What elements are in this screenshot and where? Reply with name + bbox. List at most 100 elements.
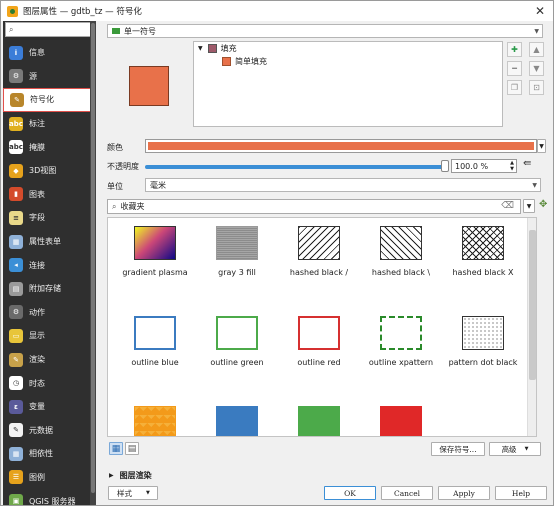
- symbol-item[interactable]: [196, 406, 278, 436]
- sidebar-item[interactable]: ▣ QGIS 服务器: [3, 489, 96, 505]
- action-gear-icon: ⚙: [9, 305, 23, 320]
- gallery-scroll-thumb[interactable]: [529, 230, 536, 380]
- icon-view-button[interactable]: ▦: [109, 442, 123, 455]
- spin-arrows-icon[interactable]: ▲ ▼: [510, 160, 514, 172]
- save-symbol-button[interactable]: 保存符号...: [431, 442, 485, 456]
- move-down-button[interactable]: ▼: [529, 61, 544, 76]
- symbol-item[interactable]: [360, 406, 442, 436]
- symbol-item[interactable]: outline blue: [114, 316, 196, 367]
- symbol-item[interactable]: outline green: [196, 316, 278, 367]
- opacity-spinbox[interactable]: 100.0 % ▲ ▼: [451, 159, 517, 173]
- layer-rendering-section[interactable]: ▶ 图层渲染: [109, 470, 152, 481]
- symbol-item[interactable]: gray 3 fill: [196, 226, 278, 277]
- style-menu-button[interactable]: 样式 ▼: [108, 486, 158, 500]
- symbol-item[interactable]: gradient plasma: [114, 226, 196, 277]
- style-manager-icon[interactable]: ✥: [539, 199, 547, 210]
- symbol-item[interactable]: outline red: [278, 316, 360, 367]
- advanced-button[interactable]: 高级 ▼: [489, 442, 541, 456]
- ok-button[interactable]: OK: [324, 486, 376, 500]
- help-button[interactable]: Help: [495, 486, 547, 500]
- collapse-triangle-icon[interactable]: ▼: [198, 45, 203, 52]
- sidebar-item[interactable]: ✎ 元数据: [3, 419, 96, 443]
- symbol-item[interactable]: pattern dot black: [442, 316, 524, 367]
- symbol-name: hashed black X: [452, 268, 514, 277]
- sidebar-item[interactable]: ▦ 属性表单: [3, 230, 96, 254]
- sidebar-item[interactable]: ✎ 渲染: [3, 348, 96, 372]
- tree-row-simple-fill[interactable]: 简单填充: [194, 55, 502, 68]
- search-icon: ⌕: [112, 201, 117, 211]
- symbol-swatch: [462, 226, 504, 260]
- close-icon[interactable]: ✕: [535, 4, 545, 18]
- unit-select[interactable]: 毫米 ▼: [145, 178, 541, 192]
- symbol-item[interactable]: [278, 406, 360, 436]
- symbol-swatch: [134, 316, 176, 350]
- style-label: 样式: [117, 488, 132, 498]
- cancel-button[interactable]: Cancel: [381, 486, 433, 500]
- symbol-name: outline blue: [131, 358, 179, 367]
- symbol-swatch: [216, 406, 258, 436]
- symbol-layer-tree[interactable]: ▼ 填充 简单填充: [193, 41, 503, 127]
- join-icon: ◂: [9, 258, 23, 273]
- sidebar-item[interactable]: ▦ 相依性: [3, 442, 96, 466]
- sidebar-item[interactable]: ▮ 图表: [3, 183, 96, 207]
- sidebar-item[interactable]: i 信息: [3, 41, 96, 65]
- sidebar-scroll-thumb[interactable]: [91, 23, 95, 493]
- advanced-label: 高级: [501, 444, 517, 454]
- sidebar-item-label: 变量: [29, 402, 45, 412]
- label-abc-icon: abc: [9, 116, 23, 131]
- sidebar-item[interactable]: abc 掩膜: [3, 135, 96, 159]
- opacity-slider[interactable]: [145, 165, 445, 169]
- data-defined-override-icon[interactable]: ⇚: [523, 158, 531, 169]
- sidebar-item[interactable]: ⚙ 源: [3, 65, 96, 89]
- sidebar-item[interactable]: ◂ 连接: [3, 253, 96, 277]
- symbol-swatch: [298, 316, 340, 350]
- gallery-scrollbar[interactable]: [527, 218, 536, 436]
- sidebar-item-label: QGIS 服务器: [29, 496, 76, 505]
- library-filter-dropdown[interactable]: ▼: [523, 199, 535, 213]
- clear-search-icon[interactable]: ⌫: [501, 201, 514, 211]
- symbol-item[interactable]: hashed black /: [278, 226, 360, 277]
- sidebar-search[interactable]: ⌕: [5, 22, 94, 37]
- sidebar-search-input[interactable]: [16, 25, 87, 34]
- sidebar-item[interactable]: ☰ 图例: [3, 466, 96, 490]
- sidebar-item[interactable]: ε 变量: [3, 395, 96, 419]
- sidebar-item[interactable]: ▭ 显示: [3, 324, 96, 348]
- list-view-button[interactable]: ▤: [125, 442, 139, 455]
- simple-fill-swatch-icon: [222, 57, 231, 66]
- symbol-item[interactable]: outline xpattern: [360, 316, 442, 367]
- sidebar-item[interactable]: ≡ 字段: [3, 206, 96, 230]
- sidebar: ⌕ i 信息 ⚙ 源 ✎ 符号化 abc 标注 abc 掩膜 ◆ 3D视图 ▮ 图表 ≡ 字段 ▦ 属性表单 ◂ 连接…: [3, 21, 96, 505]
- sidebar-item[interactable]: ◷ 时态: [3, 371, 96, 395]
- symbol-library-search[interactable]: ⌕ 收藏夹 ⌫: [107, 199, 521, 214]
- symbol-gallery[interactable]: gradient plasma gray 3 fill hashed black /…: [107, 217, 537, 437]
- symbol-name: gray 3 fill: [218, 268, 256, 277]
- list-view-icon: ▤: [127, 443, 137, 454]
- sidebar-item[interactable]: abc 标注: [3, 112, 96, 136]
- symbol-item[interactable]: [114, 406, 196, 436]
- layer-rendering-label: 图层渲染: [119, 471, 152, 480]
- color-picker-button[interactable]: [145, 139, 537, 153]
- duplicate-layer-button[interactable]: ❐: [507, 80, 522, 95]
- tree-row-fill[interactable]: ▼ 填充: [194, 42, 502, 55]
- sidebar-item[interactable]: ✎ 符号化: [3, 88, 96, 112]
- sidebar-scrollbar[interactable]: [90, 21, 96, 505]
- color-dropdown-button[interactable]: ▼: [537, 139, 546, 153]
- sidebar-item-label: 附加存储: [29, 284, 61, 294]
- move-up-button[interactable]: ▲: [529, 42, 544, 57]
- apply-button[interactable]: Apply: [438, 486, 490, 500]
- symbol-item[interactable]: hashed black X: [442, 226, 524, 277]
- remove-layer-button[interactable]: ━: [507, 61, 522, 76]
- sidebar-item[interactable]: ⚙ 动作: [3, 301, 96, 325]
- lock-layer-button[interactable]: ⊡: [529, 80, 544, 95]
- renderer-type-select[interactable]: 单一符号 ▼: [107, 24, 543, 38]
- sidebar-item[interactable]: ▤ 附加存储: [3, 277, 96, 301]
- opacity-slider-handle[interactable]: [441, 160, 449, 172]
- sidebar-item[interactable]: ◆ 3D视图: [3, 159, 96, 183]
- symbol-name: outline red: [297, 358, 341, 367]
- fields-icon: ≡: [9, 210, 23, 225]
- symbology-panel: 单一符号 ▼ ▼ 填充 简单填充 ✚ ▲ ━ ▼ ❐ ⊡ 颜色 ▼ 不透明度 1…: [105, 21, 551, 505]
- library-filter-value: 收藏夹: [120, 202, 145, 211]
- add-layer-button[interactable]: ✚: [507, 42, 522, 57]
- opacity-value: 100.0 %: [455, 161, 489, 171]
- symbol-item[interactable]: hashed black \: [360, 226, 442, 277]
